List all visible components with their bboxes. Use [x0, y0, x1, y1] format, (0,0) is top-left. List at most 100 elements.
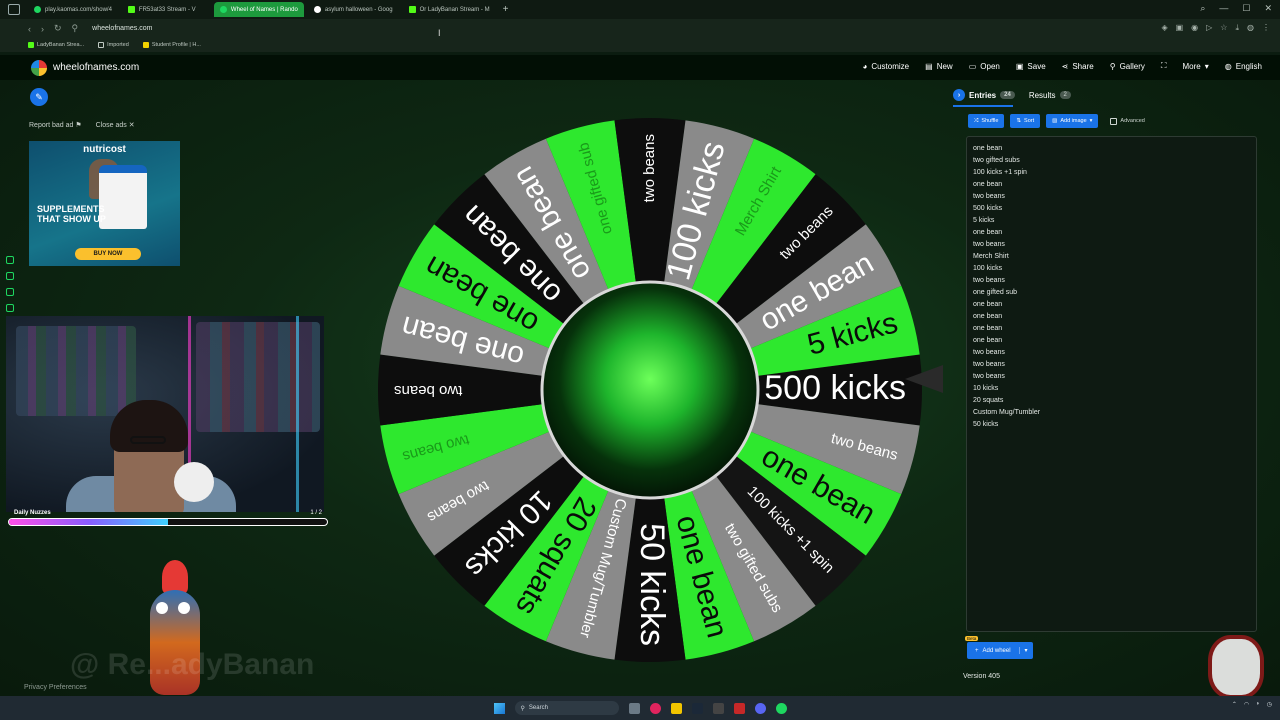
ad-banner[interactable]: nutricost SUPPLEMENTS THAT SHOW UP BUY N… — [29, 141, 180, 266]
windows-start-icon[interactable] — [493, 702, 505, 714]
add-wheel-dropdown[interactable]: ▾ — [1018, 647, 1033, 654]
window-menu-icon[interactable] — [8, 4, 20, 15]
entry-line[interactable]: two beans — [973, 371, 1250, 383]
menu-kebab-icon[interactable]: ⋮ — [1262, 23, 1270, 33]
wheel-center-image[interactable] — [540, 280, 760, 500]
bookmark-star-icon[interactable]: ☆ — [1220, 23, 1227, 33]
entries-textarea[interactable]: one bean two gifted subs 100 kicks +1 spin… — [966, 136, 1257, 632]
browser-tab-active[interactable]: Wheel of Names | Rando — [213, 2, 304, 17]
entry-line[interactable]: one bean — [973, 335, 1250, 347]
checkbox-box[interactable] — [1110, 117, 1118, 125]
browser-tab[interactable]: play.kaomas.com/show/4 — [28, 2, 118, 17]
browser-tab[interactable]: asylum halloween - Goog — [308, 2, 399, 17]
entry-line[interactable]: two beans — [973, 239, 1250, 251]
browser-tab[interactable]: Or LadyBanan Stream - M — [403, 2, 495, 17]
tab-entries[interactable]: › Entries 24 — [953, 89, 1015, 101]
extension-icon[interactable]: ▷ — [1206, 23, 1212, 33]
wheel-svg[interactable]: 500 kickstwo beansone bean100 kicks +1 s… — [375, 115, 925, 665]
forward-icon[interactable]: › — [41, 24, 44, 34]
side-settings-icon[interactable] — [6, 304, 14, 312]
entry-line[interactable]: one bean — [973, 311, 1250, 323]
entry-line[interactable]: two beans — [973, 275, 1250, 287]
fullscreen-button[interactable]: ⛶ — [1161, 61, 1167, 71]
share-button[interactable]: ⋖ Share — [1062, 61, 1094, 71]
file-explorer-icon[interactable] — [670, 702, 682, 714]
bookmark-item[interactable]: LadyBanan Strea... — [28, 42, 84, 48]
profile-icon[interactable]: ◍ — [1247, 23, 1254, 33]
bookmark-item[interactable]: Student Profile | H... — [142, 42, 201, 48]
add-wheel-button[interactable]: + Add wheel ▾ — [967, 642, 1033, 659]
report-bad-ad-link[interactable]: Report bad ad ⚑ — [29, 121, 82, 129]
entry-line[interactable]: 50 kicks — [973, 419, 1250, 431]
edit-title-button[interactable]: ✎ — [30, 88, 48, 106]
add-wheel-main[interactable]: + Add wheel — [967, 648, 1019, 654]
entry-line[interactable]: 500 kicks — [973, 203, 1250, 215]
entry-line[interactable]: 100 kicks — [973, 263, 1250, 275]
open-button[interactable]: ▭ Open — [969, 61, 1000, 71]
entry-line[interactable]: 100 kicks +1 spin — [973, 167, 1250, 179]
entry-line[interactable]: 20 squats — [973, 395, 1250, 407]
shuffle-button[interactable]: ⤮ Shuffle — [968, 114, 1005, 128]
clock-icon[interactable]: ◷ — [1267, 701, 1272, 708]
add-image-button[interactable]: ▨ Add image ▾ — [1046, 114, 1099, 128]
bookmark-item[interactable]: Imported — [98, 42, 129, 48]
app-icon[interactable] — [649, 702, 661, 714]
entry-line[interactable]: Merch Shirt — [973, 251, 1250, 263]
close-icon[interactable]: ✕ — [1264, 3, 1272, 14]
url-field[interactable]: wheelofnames.com — [92, 25, 152, 32]
app-icon[interactable] — [712, 702, 724, 714]
entry-line[interactable]: 5 kicks — [973, 215, 1250, 227]
entry-line[interactable]: two beans — [973, 347, 1250, 359]
browser-tab[interactable]: FR53at33 Stream - V — [122, 2, 210, 17]
entry-line[interactable]: one bean — [973, 227, 1250, 239]
entry-line[interactable]: one bean — [973, 179, 1250, 191]
search-tabs-icon[interactable]: ⌕ — [1200, 3, 1205, 14]
entry-line[interactable]: one gifted sub — [973, 287, 1250, 299]
language-button[interactable]: ◍ English — [1225, 61, 1262, 71]
steam-icon[interactable] — [691, 702, 703, 714]
tab-results[interactable]: Results 2 — [1029, 89, 1071, 101]
minimize-icon[interactable]: — — [1219, 3, 1228, 14]
ad-cta-button[interactable]: BUY NOW — [75, 248, 141, 260]
extension-icon[interactable]: ◈ — [1161, 23, 1167, 33]
download-icon[interactable]: ⤓ — [1235, 23, 1239, 33]
back-icon[interactable]: ‹ — [28, 24, 31, 34]
entry-line[interactable]: 10 kicks — [973, 383, 1250, 395]
site-title[interactable]: wheelofnames.com — [53, 62, 139, 73]
advanced-checkbox[interactable]: Advanced — [1110, 117, 1145, 125]
extension-icon[interactable]: ▣ — [1176, 23, 1184, 33]
side-chat-icon[interactable] — [6, 288, 14, 296]
gallery-button[interactable]: ⚲ Gallery — [1110, 61, 1145, 71]
entry-line[interactable]: Custom Mug/Tumbler — [973, 407, 1250, 419]
close-ads-link[interactable]: Close ads ✕ — [96, 121, 135, 129]
task-view-icon[interactable] — [628, 702, 640, 714]
sort-button[interactable]: ⇅ Sort — [1010, 114, 1041, 128]
entry-line[interactable]: two gifted subs — [973, 155, 1250, 167]
entry-line[interactable]: one bean — [973, 143, 1250, 155]
app-icon[interactable] — [733, 702, 745, 714]
save-button[interactable]: ▣ Save — [1016, 61, 1046, 71]
side-user-icon[interactable] — [6, 272, 14, 280]
spotify-icon[interactable] — [775, 702, 787, 714]
entry-line[interactable]: two beans — [973, 191, 1250, 203]
entry-line[interactable]: one bean — [973, 323, 1250, 335]
reload-icon[interactable]: ↻ — [54, 23, 62, 34]
entry-line[interactable]: two beans — [973, 359, 1250, 371]
new-button[interactable]: ▤ New — [925, 61, 953, 71]
volume-icon[interactable]: ◗ — [1256, 701, 1260, 708]
maximize-icon[interactable]: ☐ — [1242, 3, 1250, 14]
tray-chevron-icon[interactable]: ⌃ — [1232, 701, 1237, 708]
collapse-chevron-icon[interactable]: › — [953, 89, 965, 101]
taskbar-search[interactable]: ⚲ Search — [514, 701, 619, 715]
new-tab-button[interactable]: + — [503, 4, 509, 15]
customize-button[interactable]: ◕ Customize — [862, 61, 909, 71]
wheel-logo-icon[interactable] — [31, 59, 47, 76]
more-button[interactable]: More ▾ — [1183, 61, 1209, 71]
wheel[interactable]: 500 kicks two beans one bean 100 kicks +1 s… — [375, 115, 925, 665]
privacy-preferences-link[interactable]: Privacy Preferences — [24, 684, 87, 691]
extension-icon[interactable]: ◉ — [1191, 23, 1198, 33]
entry-line[interactable]: one bean — [973, 299, 1250, 311]
discord-icon[interactable] — [754, 702, 766, 714]
wifi-icon[interactable]: ◠ — [1244, 701, 1249, 708]
side-refresh-icon[interactable] — [6, 256, 14, 264]
